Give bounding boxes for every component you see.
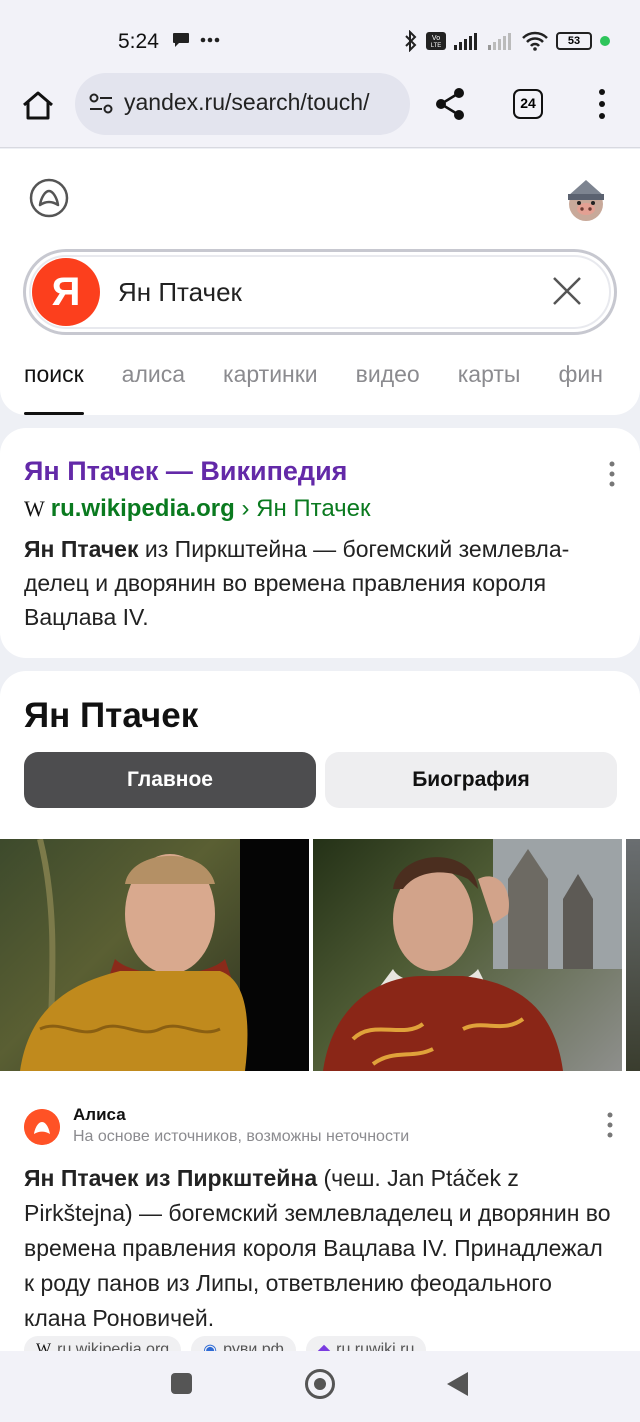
recents-button[interactable] bbox=[171, 1373, 192, 1394]
alice-menu-icon[interactable] bbox=[606, 1111, 614, 1139]
tab-alice[interactable]: алиса bbox=[122, 361, 185, 388]
home-nav-button[interactable] bbox=[305, 1369, 335, 1399]
entity-image-1[interactable] bbox=[0, 839, 309, 1071]
game-character-portrait bbox=[20, 839, 309, 1071]
browser-menu-icon[interactable] bbox=[596, 88, 608, 120]
tab-maps[interactable]: карты bbox=[458, 361, 521, 388]
status-left-icons bbox=[172, 32, 220, 48]
status-bar: 5:24 Vo LTE 53 bbox=[0, 0, 640, 80]
address-bar[interactable]: yandex.ru/search/touch/ bbox=[75, 73, 410, 135]
wikipedia-icon: W bbox=[36, 1341, 52, 1351]
alice-logo-icon bbox=[24, 1109, 60, 1145]
search-box[interactable]: Я Ян Птачек bbox=[23, 249, 617, 335]
source-label: руви.рф bbox=[223, 1341, 284, 1351]
source-chip[interactable]: Wru.wikipedia.org bbox=[24, 1336, 182, 1351]
search-box-inner bbox=[29, 255, 611, 329]
status-time: 5:24 bbox=[118, 30, 159, 53]
tab-search[interactable]: поиск bbox=[24, 361, 84, 415]
alice-icon[interactable] bbox=[28, 177, 70, 219]
search-result-wikipedia: Ян Птачек — Википедия Wru.wikipedia.org … bbox=[0, 428, 640, 658]
tab-images[interactable]: картинки bbox=[223, 361, 318, 388]
alice-text-bold: Ян Птачек из Пиркштейна bbox=[24, 1165, 318, 1191]
more-dots-icon bbox=[200, 37, 220, 43]
source-chip[interactable]: ◆ ru.ruwiki.ru bbox=[305, 1336, 427, 1351]
status-right-icons: Vo LTE 53 bbox=[404, 30, 610, 52]
privacy-indicator-dot bbox=[600, 36, 610, 46]
svg-text:LTE: LTE bbox=[431, 43, 442, 49]
wifi-icon bbox=[522, 31, 548, 51]
search-header: Я Ян Птачек поиск алиса картинки видео к… bbox=[0, 149, 640, 415]
source-label: ru.wikipedia.org bbox=[57, 1341, 170, 1351]
source-chip[interactable]: ◉ руви.рф bbox=[191, 1336, 296, 1351]
alice-name: Алиса bbox=[73, 1105, 126, 1124]
result-path[interactable]: › Ян Птачек bbox=[235, 495, 370, 522]
browser-toolbar: yandex.ru/search/touch/ 24 bbox=[0, 73, 640, 148]
back-button[interactable] bbox=[447, 1372, 468, 1396]
globe-icon: ◉ bbox=[203, 1342, 218, 1351]
url-text[interactable]: yandex.ru/search/touch/ bbox=[124, 89, 404, 116]
tab-video[interactable]: видео bbox=[356, 361, 420, 388]
home-icon[interactable] bbox=[20, 88, 56, 124]
yandex-logo[interactable]: Я bbox=[32, 258, 100, 326]
bluetooth-icon bbox=[405, 30, 417, 52]
snippet-bold: Ян Птачек bbox=[24, 536, 139, 562]
site-settings-icon[interactable] bbox=[89, 93, 113, 115]
svg-text:Vo: Vo bbox=[432, 35, 440, 42]
result-snippet: Ян Птачек из Пиркштейна — богемский земл… bbox=[24, 532, 618, 634]
clear-search-icon[interactable] bbox=[550, 274, 584, 308]
search-tabs: поиск алиса картинки видео карты фин bbox=[24, 361, 603, 415]
result-menu-icon[interactable] bbox=[608, 460, 616, 488]
signal-weak-icon bbox=[488, 33, 511, 50]
result-domain[interactable]: ru.wikipedia.org bbox=[51, 495, 235, 522]
tab-finance[interactable]: фин bbox=[558, 361, 602, 388]
ruwiki-icon: ◆ bbox=[317, 1342, 331, 1351]
user-avatar[interactable] bbox=[560, 176, 612, 222]
tab-main-button[interactable]: Главное bbox=[24, 752, 316, 808]
share-icon[interactable] bbox=[432, 86, 468, 122]
chat-bubble-icon bbox=[173, 33, 189, 47]
result-title-link[interactable]: Ян Птачек — Википедия bbox=[24, 456, 347, 487]
actor-portrait bbox=[323, 839, 622, 1071]
entity-card: Ян Птачек Главное Биография Алиса На осн… bbox=[0, 671, 640, 1351]
search-input[interactable]: Ян Птачек bbox=[118, 277, 242, 308]
volte-icon: VoLTE bbox=[426, 32, 446, 50]
entity-image-2[interactable] bbox=[313, 839, 622, 1071]
tab-count-button[interactable]: 24 bbox=[513, 89, 543, 119]
signal-icon bbox=[454, 33, 477, 50]
battery-icon: 53 bbox=[556, 32, 592, 50]
system-nav-bar bbox=[0, 1351, 640, 1422]
entity-image-3-partial[interactable] bbox=[626, 839, 640, 1071]
source-label: ru.ruwiki.ru bbox=[336, 1341, 415, 1351]
alice-sources: Wru.wikipedia.org ◉ руви.рф ◆ ru.ruwiki.ru bbox=[24, 1336, 427, 1351]
alice-answer-text: Ян Птачек из Пиркштейна (чеш. Jan Ptáček… bbox=[24, 1161, 618, 1336]
tab-biography-button[interactable]: Биография bbox=[325, 752, 617, 808]
alice-disclaimer: На основе источников, возможны неточност… bbox=[73, 1128, 410, 1145]
entity-title: Ян Птачек bbox=[24, 696, 199, 735]
wikipedia-favicon: W bbox=[24, 496, 45, 521]
result-url[interactable]: Wru.wikipedia.org › Ян Птачек bbox=[24, 495, 371, 523]
